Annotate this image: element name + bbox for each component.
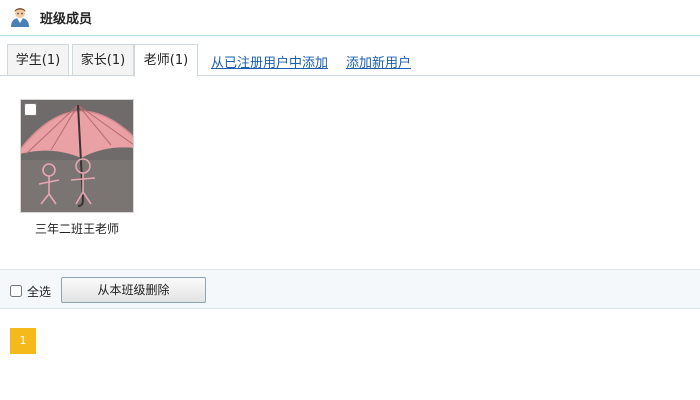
select-all-label[interactable]: 全选 xyxy=(27,283,51,300)
tab-students[interactable]: 学生(1) xyxy=(7,44,69,76)
tab-bar: 学生(1) 家长(1) 老师(1) 从已注册用户中添加 添加新用户 xyxy=(0,44,700,77)
user-avatar-icon xyxy=(8,4,32,28)
page-number-current[interactable]: 1 xyxy=(10,328,36,354)
member-card: 三年二班王老师 xyxy=(20,99,134,236)
member-name[interactable]: 三年二班王老师 xyxy=(10,220,144,237)
add-new-user-link[interactable]: 添加新用户 xyxy=(346,52,411,71)
page-title: 班级成员 xyxy=(40,12,93,27)
member-photo[interactable] xyxy=(20,99,134,213)
action-bar: 全选 从本班级删除 xyxy=(0,269,700,309)
tab-teachers[interactable]: 老师(1) xyxy=(134,44,198,77)
page-header: 班级成员 xyxy=(0,0,700,36)
select-all-checkbox[interactable] xyxy=(10,285,22,297)
member-select-checkbox[interactable] xyxy=(24,103,37,116)
tab-parents[interactable]: 家长(1) xyxy=(72,44,134,76)
add-registered-user-link[interactable]: 从已注册用户中添加 xyxy=(211,52,328,71)
remove-from-class-button[interactable]: 从本班级删除 xyxy=(61,277,206,303)
